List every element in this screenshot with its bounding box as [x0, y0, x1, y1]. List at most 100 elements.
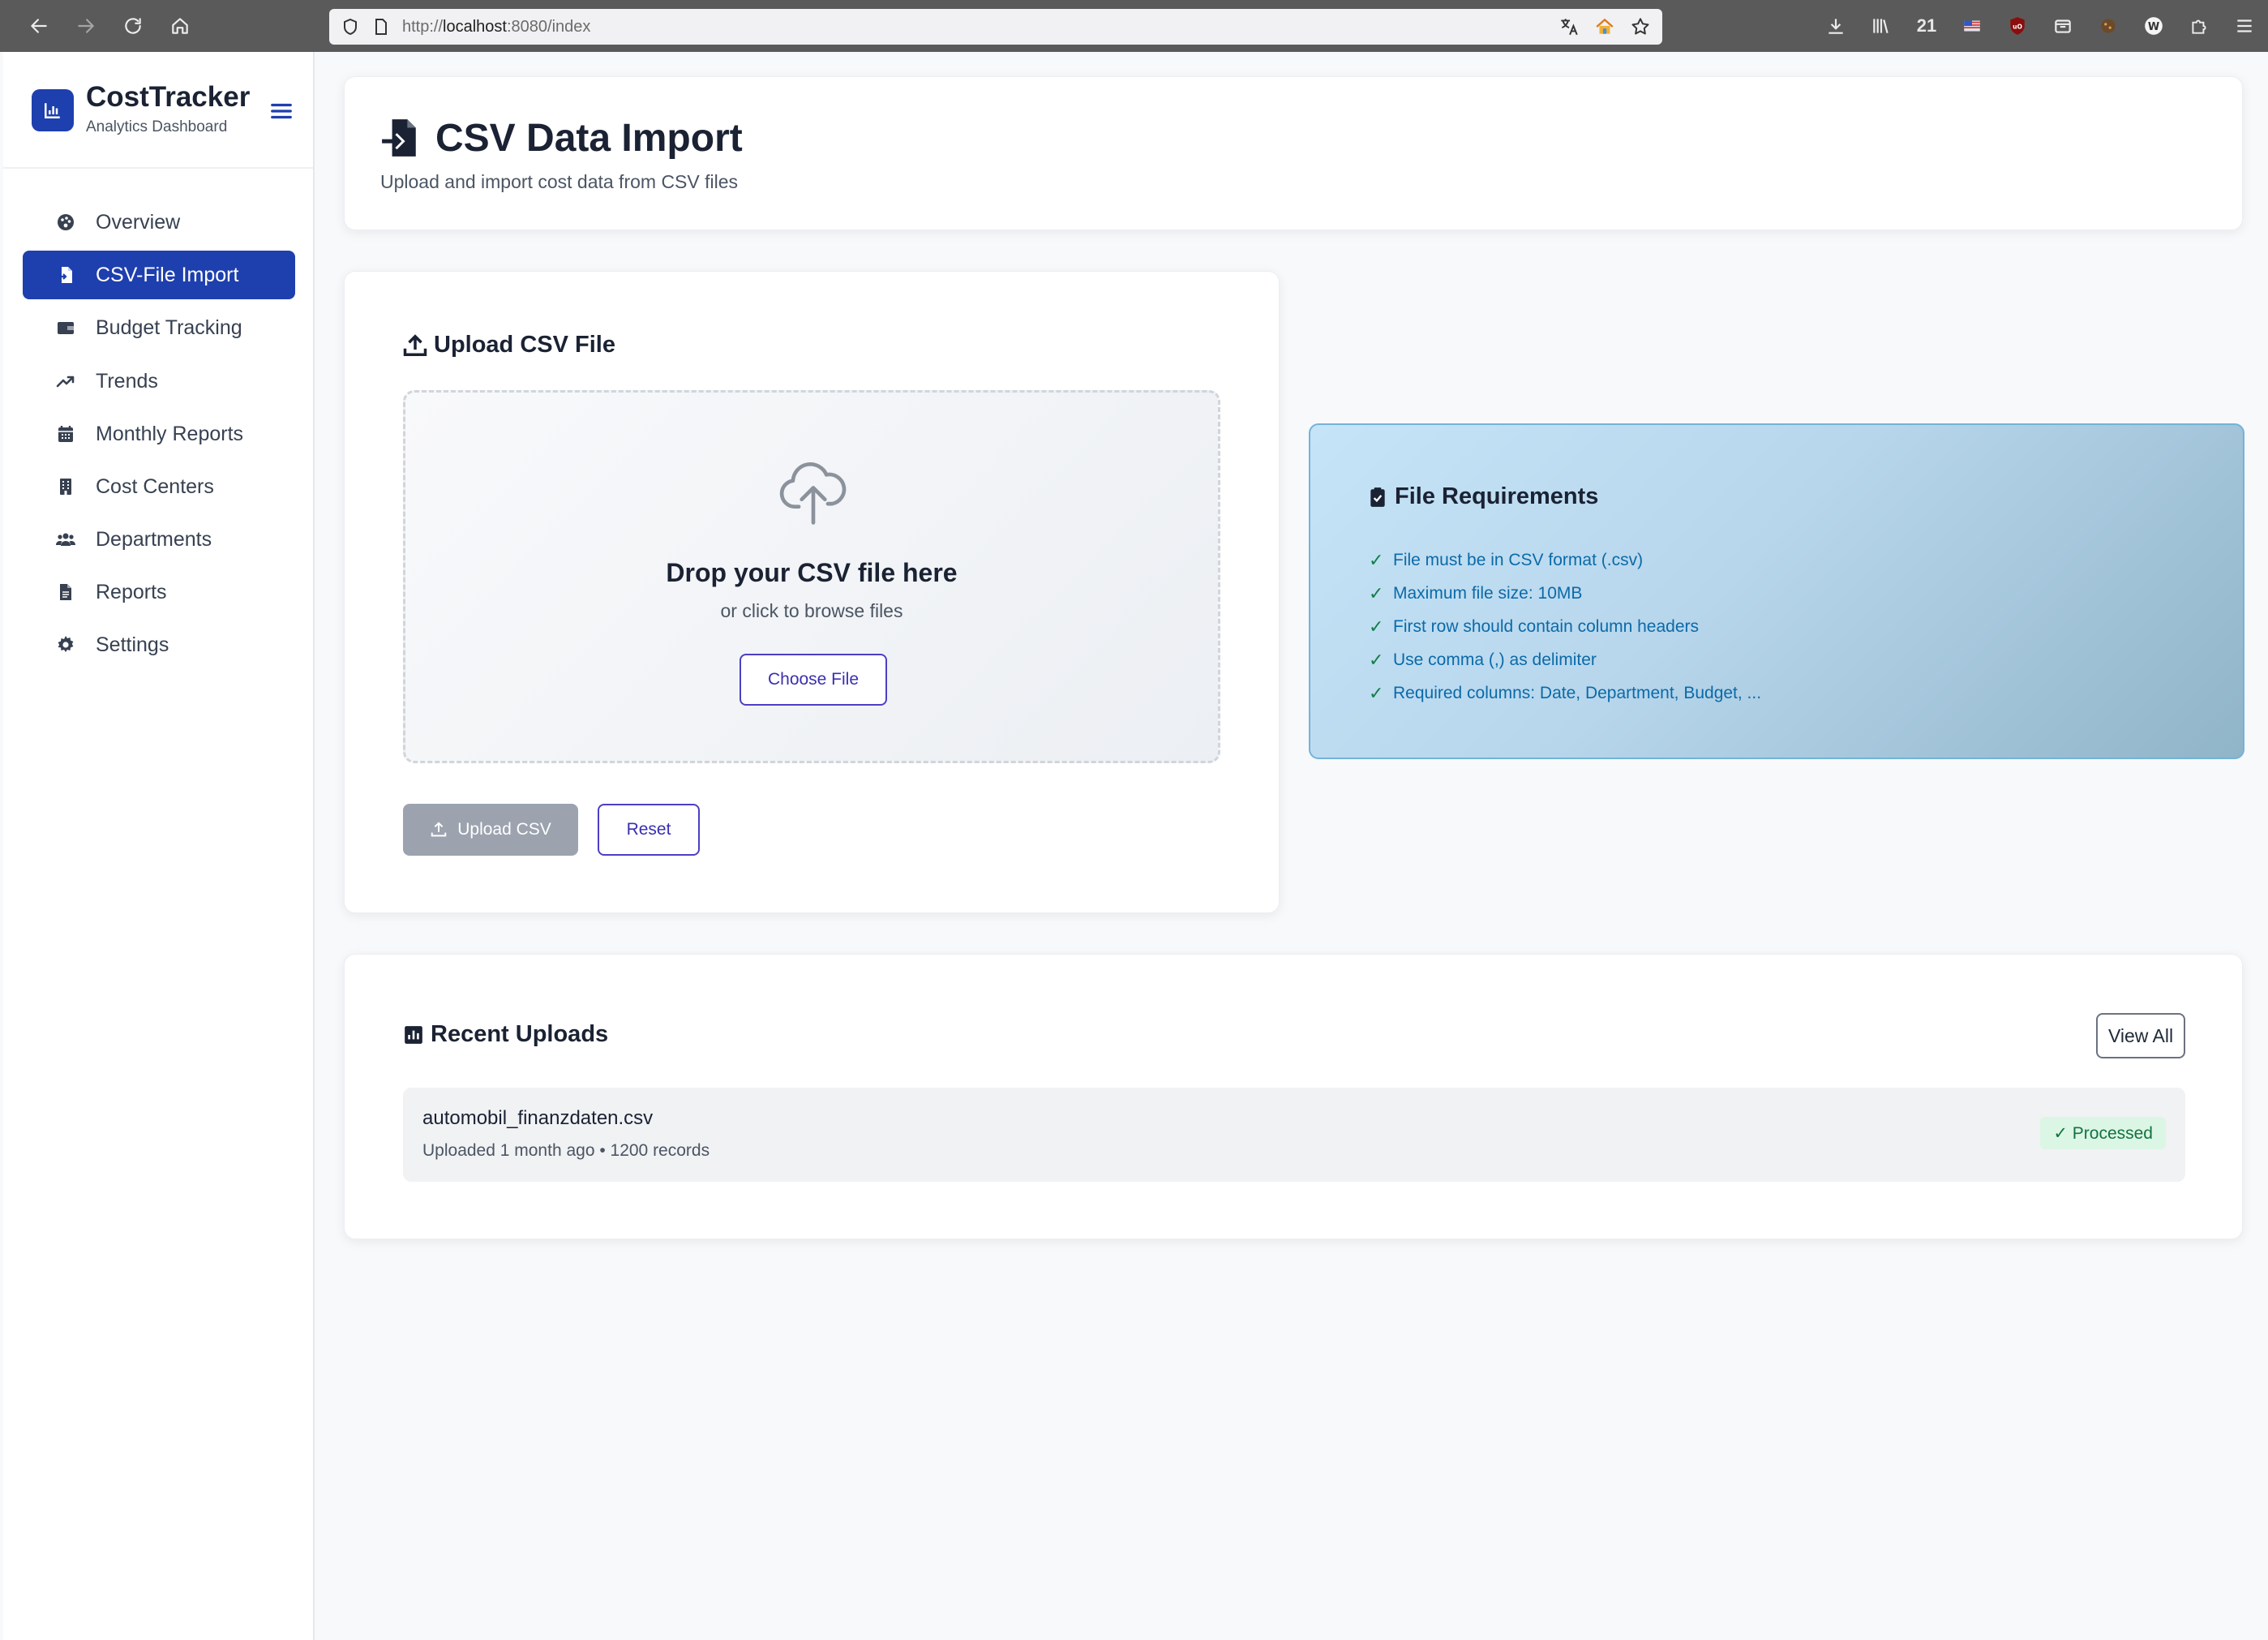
address-bar[interactable]: http://localhost:8080/index	[329, 9, 1662, 45]
page-header-card: CSV Data Import Upload and import cost d…	[344, 76, 2243, 230]
arrow-right-icon	[78, 19, 94, 33]
ublock-icon: uO	[2010, 17, 2025, 35]
brand-subtitle: Analytics Dashboard	[86, 118, 228, 135]
status-badge: ✓ Processed	[2040, 1117, 2166, 1149]
svg-text:W: W	[2148, 21, 2159, 33]
sidebar-item-monthly-reports[interactable]: Monthly Reports	[23, 410, 295, 458]
upload-csv-label: Upload CSV	[457, 820, 551, 839]
flag-extension-icon[interactable]	[1960, 14, 1984, 38]
requirement-item: ✓ First row should contain column headers	[1369, 616, 1700, 637]
app-menu-button[interactable]	[2232, 14, 2257, 38]
translate-icon[interactable]	[1558, 16, 1580, 37]
cookie-extension-icon[interactable]	[2096, 14, 2120, 38]
brand-header: CostTracker Analytics Dashboard	[3, 52, 313, 169]
forward-button[interactable]	[66, 6, 105, 45]
reload-button[interactable]	[114, 6, 152, 45]
requirements-title: File Requirements	[1367, 483, 1598, 510]
library-button[interactable]	[1869, 14, 1893, 38]
sidebar-item-budget-tracking[interactable]: Budget Tracking	[23, 303, 295, 352]
w-avatar-icon: W	[2145, 17, 2163, 35]
browser-toolbar: http://localhost:8080/index 21 uO W	[0, 0, 2268, 52]
calendar-icon	[55, 423, 76, 444]
reload-icon	[125, 18, 141, 34]
file-requirements-card: File Requirements ✓ File must be in CSV f…	[1309, 423, 2244, 759]
upload-icon	[431, 822, 447, 837]
sidebar-item-label: Cost Centers	[96, 474, 214, 498]
sidebar-item-reports[interactable]: Reports	[23, 568, 295, 616]
sidebar-item-label: CSV-File Import	[96, 263, 239, 286]
svg-text:uO: uO	[2013, 23, 2022, 30]
check-icon: ✓	[1369, 549, 1384, 570]
ublock-extension-icon[interactable]: uO	[2005, 14, 2030, 38]
cookie-icon	[2101, 19, 2116, 33]
sidebar-item-departments[interactable]: Departments	[23, 515, 295, 564]
cloud-upload-icon	[779, 462, 847, 525]
container-tab-button[interactable]	[2051, 14, 2075, 38]
file-drop-zone[interactable]: Drop your CSV file here or click to brow…	[403, 390, 1220, 763]
clipboard-check-icon	[1370, 487, 1385, 507]
brand-title: CostTracker	[86, 81, 251, 113]
extensions-button[interactable]	[2187, 14, 2211, 38]
page-icon	[375, 19, 387, 35]
requirement-item: ✓ File must be in CSV format (.csv)	[1369, 549, 1644, 570]
profile-w-button[interactable]: W	[2142, 14, 2166, 38]
sidebar-item-label: Reports	[96, 580, 167, 603]
upload-title-text: Upload CSV File	[434, 332, 615, 358]
choose-file-button[interactable]: Choose File	[740, 654, 887, 706]
upload-csv-button[interactable]: Upload CSV	[403, 804, 578, 856]
url-text: http://localhost:8080/index	[402, 17, 591, 36]
users-icon	[55, 529, 76, 550]
sidebar-item-label: Departments	[96, 527, 212, 551]
requirements-list: ✓ File must be in CSV format (.csv) ✓ Maxi…	[1369, 543, 1761, 710]
brand-logo[interactable]	[32, 89, 74, 131]
recent-uploads-title: Recent Uploads	[403, 1021, 608, 1048]
home-extension-icon[interactable]	[1594, 16, 1615, 37]
sidebar-item-label: Overview	[96, 210, 181, 234]
check-icon: ✓	[1369, 616, 1384, 637]
sidebar-item-csv-file-import[interactable]: CSV-File Import	[23, 251, 295, 299]
download-icon	[1829, 19, 1843, 34]
sidebar-item-settings[interactable]: Settings	[23, 620, 295, 669]
sidebar: CostTracker Analytics Dashboard Overview…	[3, 52, 315, 1640]
menu-icon	[2237, 19, 2252, 32]
bar-chart-icon	[45, 103, 60, 118]
check-icon: ✓	[1369, 649, 1384, 670]
upload-list-item[interactable]: automobil_finanzdaten.csv Uploaded 1 mon…	[403, 1088, 2185, 1182]
hamburger-menu-icon[interactable]	[269, 99, 294, 123]
flag-icon	[1964, 20, 1980, 32]
reset-button[interactable]: Reset	[598, 804, 700, 856]
upload-section-title: Upload CSV File	[403, 332, 615, 358]
requirements-title-text: File Requirements	[1395, 483, 1599, 509]
sidebar-item-overview[interactable]: Overview	[23, 198, 295, 247]
container-icon	[2055, 19, 2071, 33]
page-subtitle: Upload and import cost data from CSV fil…	[380, 171, 739, 192]
back-button[interactable]	[19, 6, 58, 45]
download-button[interactable]	[1824, 14, 1848, 38]
trend-up-icon	[55, 371, 76, 392]
drop-zone-subtitle: or click to browse files	[720, 600, 903, 621]
palette-icon	[55, 212, 76, 233]
file-import-icon	[55, 264, 76, 285]
check-icon: ✓	[1369, 682, 1384, 703]
sidebar-item-cost-centers[interactable]: Cost Centers	[23, 462, 295, 511]
view-all-button[interactable]: View All	[2096, 1013, 2185, 1058]
upload-icon	[403, 333, 427, 356]
sidebar-item-label: Budget Tracking	[96, 316, 242, 339]
page-title: CSV Data Import	[435, 117, 743, 160]
shield-icon	[344, 18, 357, 36]
home-button[interactable]	[161, 6, 199, 45]
library-icon	[1873, 19, 1889, 33]
upload-file-name: automobil_finanzdaten.csv	[422, 1107, 654, 1129]
sidebar-item-label: Settings	[96, 633, 169, 656]
upload-meta: Uploaded 1 month ago • 1200 records	[422, 1141, 710, 1160]
sidebar-item-label: Monthly Reports	[96, 422, 244, 445]
building-icon	[55, 476, 76, 497]
puzzle-icon	[2192, 19, 2206, 34]
gear-icon	[55, 634, 76, 655]
wallet-icon	[55, 317, 76, 338]
badge-count[interactable]: 21	[1914, 14, 1939, 38]
home-icon	[172, 18, 188, 34]
sidebar-item-trends[interactable]: Trends	[23, 357, 295, 406]
chart-square-icon	[405, 1025, 422, 1044]
bookmark-star-icon[interactable]	[1630, 16, 1651, 37]
